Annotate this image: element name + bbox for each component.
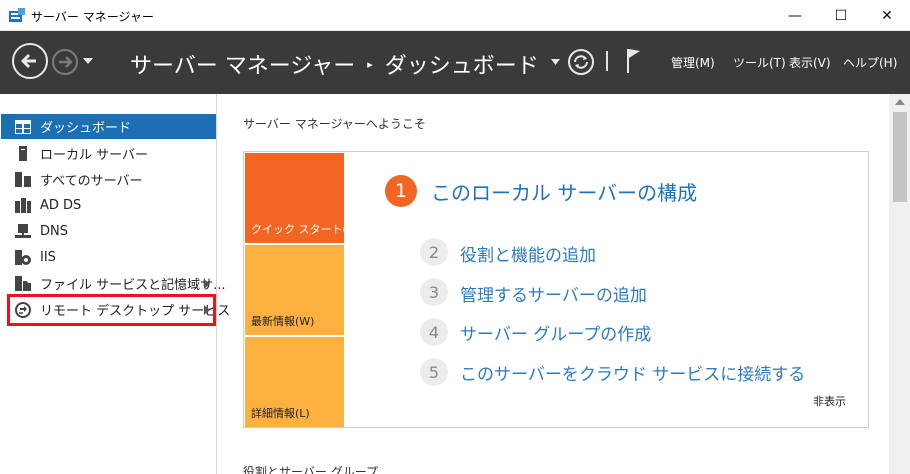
menu-manage[interactable]: 管理(M) (671, 54, 715, 71)
maximize-button[interactable]: ☐ (818, 0, 864, 31)
notifications-flag-icon[interactable] (624, 47, 642, 73)
tile-label: 詳細情報(L) (251, 407, 310, 420)
tile-whats-new[interactable]: 最新情報(W) (245, 245, 344, 335)
menu-help[interactable]: ヘルプ(H) (843, 54, 897, 71)
sidebar-item-label: すべてのサーバー (40, 174, 143, 189)
sidebar-item-label: ダッシュボード (40, 121, 132, 136)
section-title-roles: 役割とサーバー グループ (243, 465, 378, 474)
sidebar-item-label: ローカル サーバー (40, 148, 149, 163)
step-link-configure-local-server[interactable]: このローカル サーバーの構成 (431, 177, 697, 206)
refresh-icon[interactable] (567, 48, 595, 76)
file-services-icon (15, 276, 31, 292)
breadcrumb-separator-icon: ▸ (367, 57, 373, 71)
dns-icon (15, 224, 31, 240)
sidebar-item-label: IIS (40, 250, 56, 265)
step-number-badge: 2 (420, 238, 448, 266)
tile-label: クイック スタート(Q) (251, 223, 360, 236)
tile-quick-start[interactable]: クイック スタート(Q) (245, 153, 360, 243)
header-divider (606, 51, 608, 71)
highlight-annotation-box (7, 294, 216, 326)
history-dropdown-icon[interactable] (82, 56, 94, 66)
step-number-badge: 4 (420, 318, 448, 346)
step-link-create-group[interactable]: サーバー グループの作成 (460, 320, 651, 345)
close-button[interactable]: ✕ (864, 0, 910, 31)
header-bar: サーバー マネージャー ▸ ダッシュボード 管理(M) ツール(T) 表示(V)… (0, 31, 910, 94)
hide-button[interactable]: 非表示 (813, 393, 846, 409)
step-link-connect-cloud[interactable]: このサーバーをクラウド サービスに接続する (460, 360, 805, 385)
sidebar-item-label: AD DS (40, 198, 82, 213)
scrollbar-thumb[interactable] (893, 112, 907, 202)
step-link-add-servers[interactable]: 管理するサーバーの追加 (460, 281, 647, 306)
breadcrumb-root[interactable]: サーバー マネージャー (130, 48, 355, 80)
sidebar-item-local-server[interactable]: ローカル サーバー (1, 141, 216, 166)
sidebar-item-ad-ds[interactable]: AD DS (1, 193, 216, 218)
menu-view[interactable]: 表示(V) (789, 54, 831, 71)
sidebar-item-file-services[interactable]: ファイル サービスと記憶域サ... (1, 271, 226, 296)
local-server-icon (15, 146, 31, 162)
step-link-add-roles[interactable]: 役割と機能の追加 (460, 241, 596, 266)
expand-arrow-icon[interactable] (204, 279, 210, 289)
sidebar: ダッシュボード ローカル サーバー すべてのサーバー AD DS DNS IIS (0, 94, 230, 474)
scroll-up-arrow-icon[interactable] (895, 99, 905, 105)
sidebar-item-all-servers[interactable]: すべてのサーバー (1, 167, 216, 192)
server-manager-app-icon (9, 8, 25, 22)
breadcrumb-current: ダッシュボード (384, 54, 539, 79)
forward-arrow-icon[interactable] (52, 49, 78, 75)
menu-tools[interactable]: ツール(T) (733, 54, 786, 71)
header-dropdown-icon[interactable] (551, 59, 560, 65)
tile-label: 最新情報(W) (251, 315, 315, 328)
window-title: サーバー マネージャー (31, 10, 154, 24)
all-servers-icon (15, 172, 31, 188)
iis-icon (15, 250, 31, 266)
ad-ds-icon (15, 198, 31, 214)
sidebar-item-label: DNS (40, 224, 68, 239)
back-arrow-icon[interactable] (12, 43, 48, 79)
step-number-badge: 1 (385, 175, 417, 207)
title-bar: サーバー マネージャー — ☐ ✕ (0, 0, 910, 31)
sidebar-item-dashboard[interactable]: ダッシュボード (1, 114, 216, 139)
tile-learn-more[interactable]: 詳細情報(L) (245, 337, 344, 427)
breadcrumb: サーバー マネージャー ▸ ダッシュボード (130, 48, 539, 80)
sidebar-item-label: ファイル サービスと記憶域サ... (40, 278, 226, 293)
sidebar-item-iis[interactable]: IIS (1, 245, 216, 270)
welcome-title: サーバー マネージャーへようこそ (243, 117, 426, 131)
step-number-badge: 3 (420, 278, 448, 306)
step-number-badge: 5 (420, 358, 448, 386)
sidebar-item-dns[interactable]: DNS (1, 219, 216, 244)
minimize-button[interactable]: — (772, 0, 818, 31)
dashboard-icon (15, 119, 31, 135)
